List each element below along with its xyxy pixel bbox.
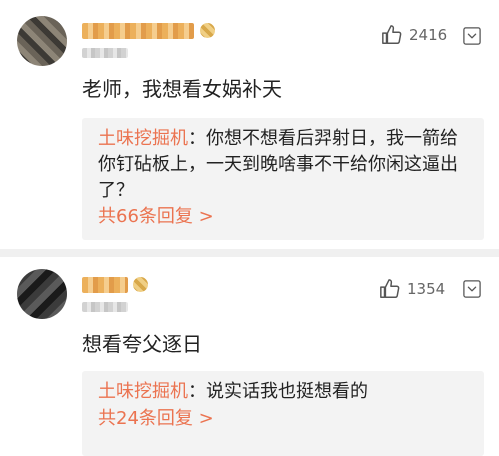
avatar[interactable] (17, 269, 67, 319)
reply-text: 土味挖掘机：你想不想看后羿射日，我一箭给你钉砧板上，一天到晚啥事不干给你闲这逼出… (98, 126, 470, 204)
timestamp-blurred (82, 302, 128, 312)
comment-item: 2416 老师，我想看女娲补天 土味挖掘机：你想不想看后羿射日，我一箭给你钉砧板… (0, 0, 499, 255)
comment-item: 1354 想看夸父逐日 土味挖掘机：说实话我也挺想看的 共24条回复 > (0, 257, 499, 456)
reply-text: 土味挖掘机：说实话我也挺想看的 (98, 379, 470, 405)
thumbs-up-icon[interactable] (381, 24, 403, 46)
reply-username[interactable]: 土味挖掘机 (98, 381, 188, 402)
user-badge-icon (133, 277, 148, 292)
reply-separator: ： (188, 381, 206, 402)
divider (0, 249, 499, 257)
reply-box[interactable]: 土味挖掘机：你想不想看后羿射日，我一箭给你钉砧板上，一天到晚啥事不干给你闲这逼出… (82, 118, 484, 240)
username-blurred[interactable] (82, 23, 194, 39)
like-count: 1354 (407, 280, 446, 298)
view-replies-link[interactable]: 共24条回复 > (98, 407, 214, 431)
avatar[interactable] (17, 16, 67, 66)
username-blurred[interactable] (82, 277, 128, 293)
like-count: 2416 (409, 26, 448, 44)
chevron-down-icon[interactable] (463, 280, 481, 298)
reply-body: 说实话我也挺想看的 (206, 381, 368, 402)
reply-username[interactable]: 土味挖掘机 (98, 128, 188, 149)
view-replies-link[interactable]: 共66条回复 > (98, 205, 214, 229)
reply-separator: ： (188, 128, 206, 149)
thumbs-up-icon[interactable] (379, 278, 401, 300)
user-badge-icon (200, 23, 215, 38)
comment-content: 老师，我想看女娲补天 (82, 77, 282, 101)
reply-box[interactable]: 土味挖掘机：说实话我也挺想看的 共24条回复 > (82, 371, 484, 456)
timestamp-blurred (82, 48, 128, 58)
chevron-down-icon[interactable] (463, 27, 481, 45)
comment-content: 想看夸父逐日 (82, 332, 202, 356)
